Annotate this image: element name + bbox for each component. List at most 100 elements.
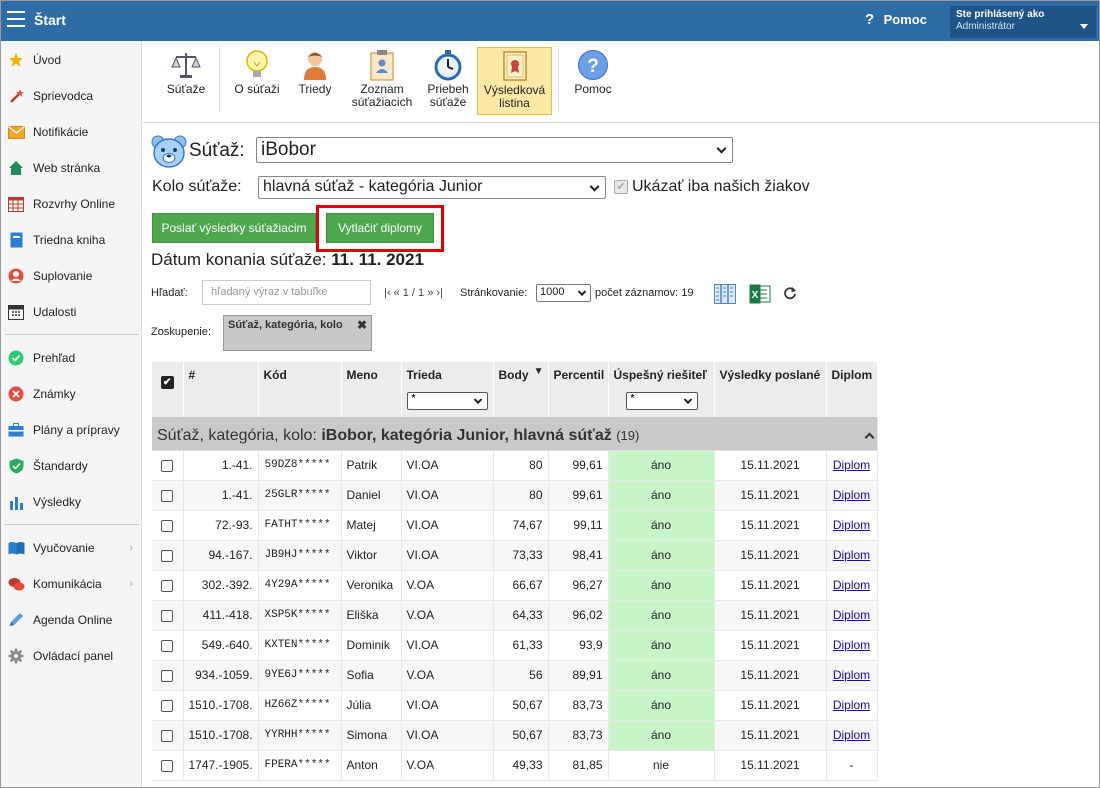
sidebar-item-rozvrhy[interactable]: Rozvrhy Online [1,186,141,222]
row-checkbox[interactable] [152,630,184,661]
table-row[interactable]: 72.-93. FATHT***** Matej VI.OA 74,67 99,11 áno… [152,510,878,541]
row-checkbox[interactable] [152,510,184,541]
row-checkbox[interactable] [152,660,184,691]
sidebar-item-web-stranka[interactable]: Web stránka [1,150,141,186]
diplom-link[interactable]: Diplom [833,578,870,592]
trieda-filter-select[interactable]: * [406,392,488,410]
table-row[interactable]: 302.-392. 4Y29A***** Veronika V.OA 66,67 96,2… [152,570,878,601]
col-uspesny[interactable]: Úspešný riešiteľ * [608,362,715,417]
send-results-button[interactable]: Poslať výsledky súťažiacim [152,213,316,243]
checkbox[interactable] [161,729,174,742]
diplom-link[interactable]: Diplom [833,608,870,622]
sidebar-item-znamky[interactable]: Známky [1,376,141,412]
toolbar-priebeh-button[interactable]: Priebeh súťaže [424,47,472,115]
checkbox[interactable] [161,609,174,622]
kolo-select[interactable]: hlavná súťaž - kategória Junior [258,176,606,199]
uspesny-filter-select[interactable]: * [625,392,698,410]
page-size-select[interactable]: 1000 [536,284,591,302]
diplom-link[interactable]: Diplom [833,518,870,532]
checkbox[interactable] [161,699,174,712]
sidebar-item-prehlad[interactable]: Prehľad [1,340,141,376]
checkbox[interactable] [161,459,174,472]
sidebar-item-uvod[interactable]: Úvod [1,42,141,78]
col-percentil[interactable]: Percentil [548,362,609,417]
diplom-link[interactable]: Diplom [833,728,870,742]
checkbox[interactable] [161,669,174,682]
sidebar-item-standardy[interactable]: Štandardy [1,448,141,484]
row-checkbox[interactable] [152,480,184,511]
diplom-link[interactable]: Diplom [833,698,870,712]
row-checkbox[interactable] [152,570,184,601]
sidebar-item-suplovanie[interactable]: Suplovanie [1,258,141,294]
row-checkbox[interactable] [152,750,184,781]
sidebar-item-komunikacia[interactable]: Komunikácia › [1,566,141,602]
toolbar-sutaze-button[interactable]: Súťaže [162,47,210,115]
toolbar-triedy-button[interactable]: Triedy [292,47,338,115]
row-checkbox[interactable] [152,690,184,721]
sidebar-item-agenda[interactable]: Agenda Online [1,602,141,638]
excel-export-icon[interactable]: X [749,284,771,307]
sidebar-item-plany[interactable]: Plány a prípravy [1,412,141,448]
app-title[interactable]: Štart [34,12,66,28]
sidebar-item-vysledky[interactable]: Výsledky [1,484,141,520]
refresh-icon[interactable] [783,286,797,303]
col-body[interactable]: Body ▼ [493,362,549,417]
group-row[interactable]: Súťaž, kategória, kolo: iBobor, kategóri… [152,417,878,451]
table-row[interactable]: 411.-418. XSP5K***** Eliška V.OA 64,33 96,02 á… [152,600,878,631]
toolbar-label: Súťaže [166,82,206,96]
sutaz-select[interactable]: iBobor [256,137,733,163]
group-chip-label: Súťaž, kategória, kolo [228,319,343,331]
table-row[interactable]: 1.-41. 59DZ8***** Patrik VI.OA 80 99,61 áno 15.… [152,450,878,481]
toolbar-zoznam-button[interactable]: Zoznam súťažiacich [345,47,419,115]
col-kod[interactable]: Kód [258,362,342,417]
table-row[interactable]: 1.-41. 25GLR***** Daniel VI.OA 80 99,61 áno 15.… [152,480,878,511]
table-row[interactable]: 549.-640. KXTEN***** Dominik VI.OA 61,33 93,9… [152,630,878,661]
row-checkbox[interactable] [152,720,184,751]
table-row[interactable]: 1747.-1905. FPERA***** Anton V.OA 49,33 81,85… [152,750,878,781]
select-all-checkbox[interactable]: ✔ [152,362,184,417]
diplom-link[interactable]: Diplom [833,458,870,472]
print-diplomas-button[interactable]: Vytlačiť diplomy [326,213,434,243]
columns-icon[interactable] [714,284,736,307]
diplom-link[interactable]: Diplom [833,668,870,682]
checkbox[interactable] [161,519,174,532]
checkbox[interactable] [161,489,174,502]
ukazat-nasich-checkbox[interactable]: ✔ [614,180,628,194]
sidebar-item-sprievodca[interactable]: Sprievodca [1,78,141,114]
toolbar-vysledkova-listina-button[interactable]: Výsledková listina [477,47,552,115]
table-row[interactable]: 934.-1059. 9YE6J***** Sofia V.OA 56 89,91 áno 1… [152,660,878,691]
user-menu[interactable]: Ste prihlásený ako Administrátor [950,6,1096,38]
diplom-link[interactable]: Diplom [833,488,870,502]
table-row[interactable]: 94.-167. JB9HJ***** Viktor VI.OA 73,33 98,41 á… [152,540,878,571]
col-rank[interactable]: # [183,362,259,417]
sidebar-item-ovladaci-panel[interactable]: Ovládací panel [1,638,141,674]
sidebar-item-vyucovanie[interactable]: Vyučovanie › [1,530,141,566]
close-icon[interactable]: ✖ [357,318,367,332]
help-link[interactable]: ? Pomoc [865,11,927,28]
diplom-link[interactable]: Diplom [833,638,870,652]
checkbox[interactable] [161,549,174,562]
row-checkbox[interactable] [152,600,184,631]
row-checkbox[interactable] [152,450,184,481]
table-row[interactable]: 1510.-1708. HZ66Z***** Júlia VI.OA 50,67 83,7… [152,690,878,721]
checkbox[interactable] [161,759,174,772]
pager[interactable]: |‹ « 1 / 1 » ›| [384,287,443,299]
sidebar-item-notifikacie[interactable]: Notifikácie [1,114,141,150]
table-row[interactable]: 1510.-1708. YYRHH***** Simona VI.OA 50,67 83,… [152,720,878,751]
sidebar-item-triedna-kniha[interactable]: Triedna kniha [1,222,141,258]
row-checkbox[interactable] [152,540,184,571]
checkbox[interactable] [161,639,174,652]
search-input[interactable]: hľadaný výraz v tabuľke [202,280,371,305]
col-poslane[interactable]: Výsledky poslané [714,362,827,417]
diplom-link[interactable]: Diplom [833,548,870,562]
hamburger-menu-icon[interactable] [7,11,25,27]
chevron-up-icon[interactable] [864,432,874,443]
sidebar-item-udalosti[interactable]: Udalosti [1,294,141,330]
col-meno[interactable]: Meno [341,362,402,417]
group-chip[interactable]: Súťaž, kategória, kolo ✖ [223,315,372,351]
toolbar-o-sutazi-button[interactable]: O súťaži [230,47,284,115]
toolbar-pomoc-button[interactable]: ? Pomoc [570,47,616,115]
col-trieda[interactable]: Trieda * [401,362,494,417]
checkbox[interactable] [161,579,174,592]
col-diplom[interactable]: Diplom [826,362,878,417]
